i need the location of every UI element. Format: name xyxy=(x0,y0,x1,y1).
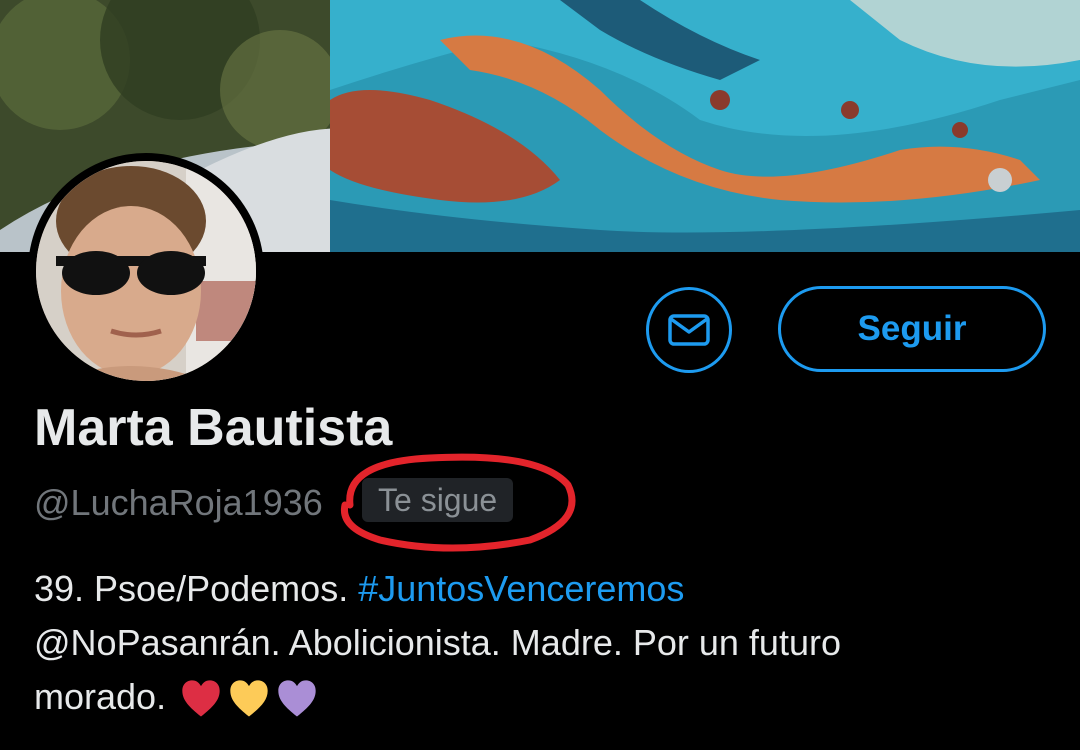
username-handle: @LuchaRoja1936 xyxy=(34,482,323,523)
envelope-icon xyxy=(668,314,710,346)
bio-text: morado. xyxy=(34,676,167,717)
bio-line-1: 39. Psoe/Podemos. #JuntosVenceremos xyxy=(34,562,1044,616)
avatar[interactable] xyxy=(36,161,256,381)
bio-text: 39. Psoe/Podemos. xyxy=(34,568,359,609)
hashtag-link[interactable]: #JuntosVenceremos xyxy=(358,568,684,609)
heart-emojis xyxy=(180,678,318,720)
display-name: Marta Bautista xyxy=(34,399,393,457)
purple-heart-icon xyxy=(278,680,316,717)
bio-line-3: morado. xyxy=(34,670,1044,724)
avatar-photo xyxy=(36,161,256,381)
yellow-heart-icon xyxy=(230,680,268,717)
follow-button[interactable]: Seguir xyxy=(778,286,1046,372)
follows-you-badge: Te sigue xyxy=(362,478,514,522)
bio-line-2: @NoPasanrán. Abolicionista. Madre. Por u… xyxy=(34,622,841,663)
message-button[interactable] xyxy=(646,287,732,373)
profile-bio: 39. Psoe/Podemos. #JuntosVenceremos @NoP… xyxy=(34,562,1044,724)
red-heart-icon xyxy=(182,680,220,717)
